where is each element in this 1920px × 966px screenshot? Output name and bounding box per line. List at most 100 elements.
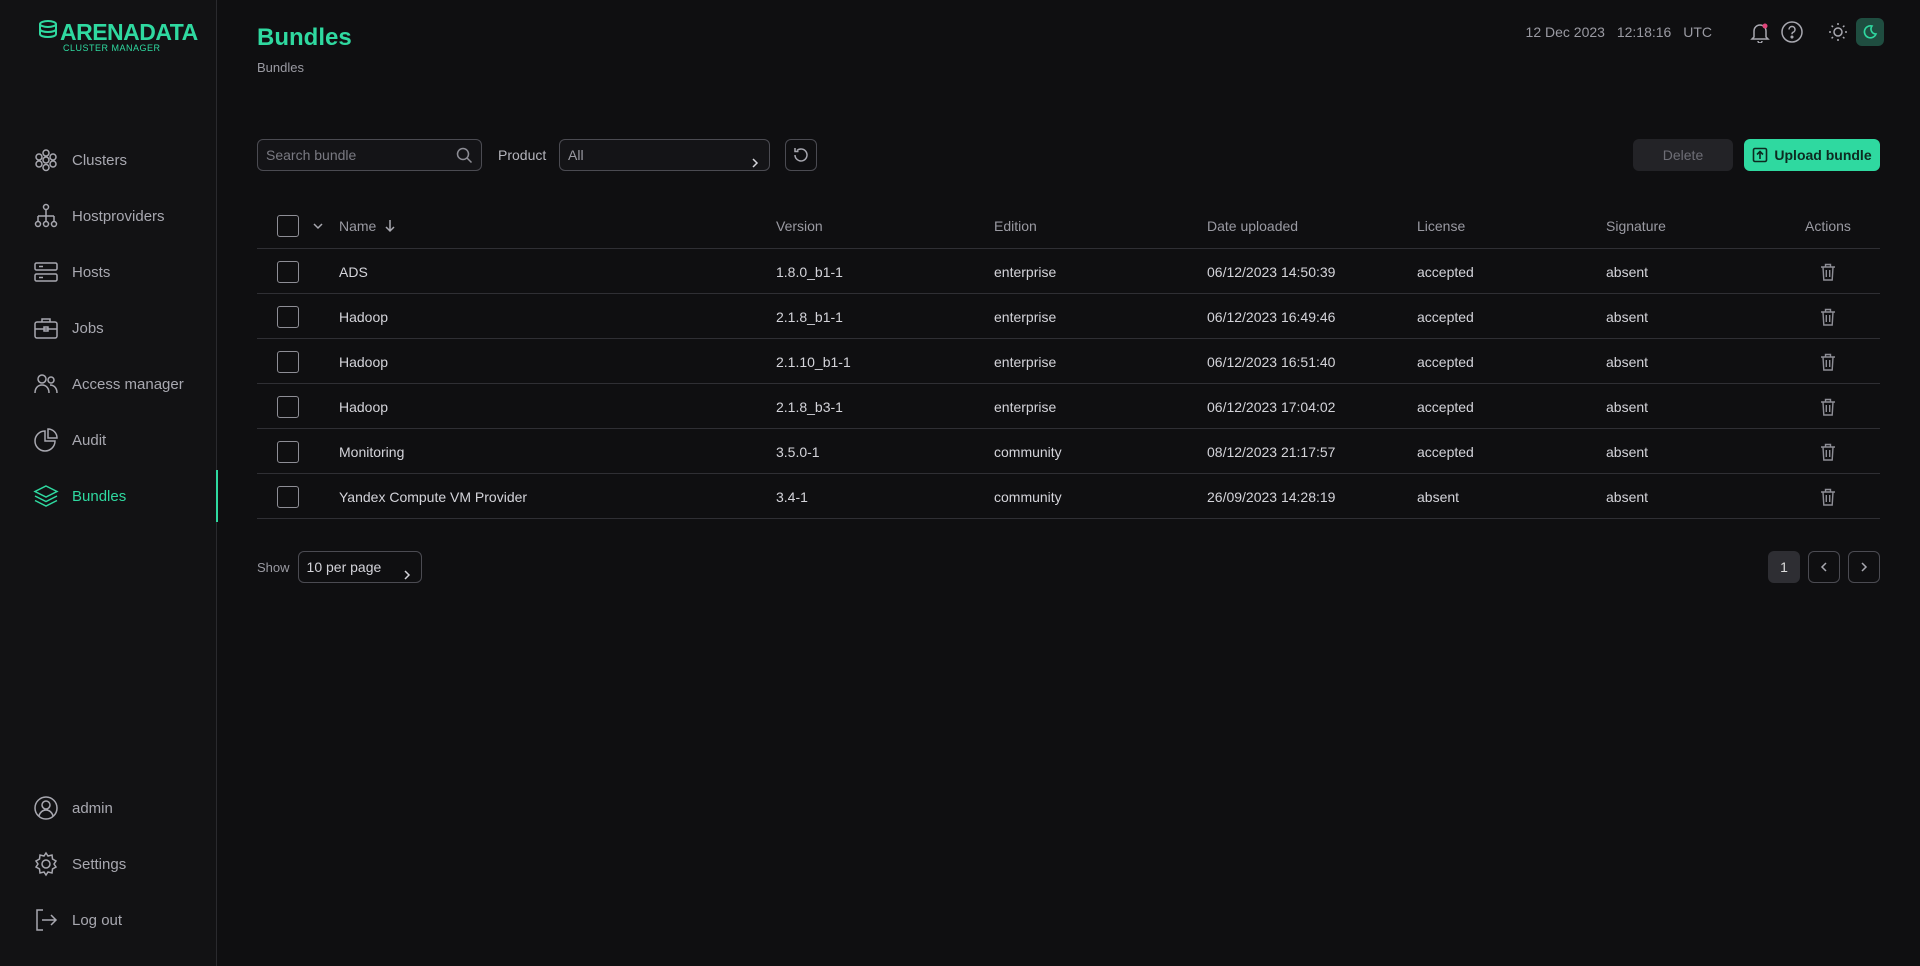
sidebar-item-bundles[interactable]: Bundles (0, 468, 218, 524)
chevron-down-icon (313, 223, 323, 230)
table-row[interactable]: Yandex Compute VM Provider 3.4-1 communi… (257, 474, 1880, 519)
bundle-name: Hadoop (339, 353, 389, 370)
row-checkbox-cell (277, 384, 299, 429)
row-checkbox[interactable] (277, 260, 299, 283)
trash-icon[interactable] (1820, 443, 1836, 461)
audit-icon (33, 427, 59, 453)
sidebar-item-clusters[interactable]: Clusters (0, 132, 217, 188)
notifications-bell-icon[interactable] (1746, 18, 1774, 46)
row-checkbox[interactable] (277, 305, 299, 328)
row-checkbox-cell (277, 339, 299, 384)
search-icon[interactable] (456, 147, 473, 169)
table-header: Name Version Edition Date uploaded Licen… (257, 203, 1880, 249)
table-row[interactable]: Hadoop 2.1.8_b1-1 enterprise 06/12/2023 … (257, 294, 1880, 339)
trash-icon[interactable] (1820, 398, 1836, 416)
app: ARENADATA CLUSTER MANAGER Clusters Hostp… (0, 0, 1920, 966)
logo[interactable]: ARENADATA CLUSTER MANAGER (39, 18, 198, 58)
column-header-name-label: Name (339, 218, 377, 234)
column-header-edition[interactable]: Edition (994, 203, 1037, 249)
bundle-license: accepted (1417, 308, 1474, 325)
column-header-version[interactable]: Version (776, 203, 823, 249)
logout-icon (33, 907, 59, 933)
sidebar-item-access-manager[interactable]: Access manager (0, 356, 217, 412)
sidebar-item-admin[interactable]: admin (0, 780, 217, 836)
user-icon (33, 795, 59, 821)
row-checkbox-cell (277, 474, 299, 519)
help-icon[interactable] (1778, 18, 1806, 46)
breadcrumb[interactable]: Bundles (257, 60, 304, 75)
sidebar-item-label: Hostproviders (72, 207, 165, 225)
row-checkbox[interactable] (277, 440, 299, 463)
bundle-edition: enterprise (994, 263, 1057, 280)
bundle-version: 1.8.0_b1-1 (776, 263, 843, 280)
row-actions (1820, 249, 1836, 294)
bulk-actions-dropdown[interactable] (312, 203, 324, 249)
bundle-date-uploaded: 06/12/2023 16:51:40 (1207, 353, 1336, 370)
table-row[interactable]: Monitoring 3.5.0-1 community 08/12/2023 … (257, 429, 1880, 474)
bundle-edition: enterprise (994, 398, 1057, 415)
row-checkbox[interactable] (277, 350, 299, 373)
bundle-signature: absent (1606, 443, 1649, 460)
hostproviders-icon (33, 203, 59, 229)
column-header-date-uploaded[interactable]: Date uploaded (1207, 203, 1298, 249)
trash-icon[interactable] (1820, 353, 1836, 371)
prev-page-button[interactable] (1808, 551, 1840, 583)
sidebar-item-label: admin (72, 799, 113, 817)
per-page-select[interactable]: 10 per page (297, 551, 422, 583)
clusters-icon (33, 147, 59, 173)
bundle-edition: enterprise (994, 308, 1057, 325)
bundle-signature: absent (1606, 353, 1649, 370)
delete-button[interactable]: Delete (1633, 139, 1733, 171)
next-page-button[interactable] (1848, 551, 1880, 583)
gear-icon (33, 851, 59, 877)
table-row[interactable]: ADS 1.8.0_b1-1 enterprise 06/12/2023 14:… (257, 249, 1880, 294)
trash-icon[interactable] (1820, 488, 1836, 506)
sidebar-item-hosts[interactable]: Hosts (0, 244, 217, 300)
product-filter-select[interactable]: All (559, 139, 770, 171)
chevron-left-icon (1820, 562, 1827, 572)
logo-icon (39, 20, 57, 39)
sidebar-item-hostproviders[interactable]: Hostproviders (0, 188, 217, 244)
bundle-license: accepted (1417, 353, 1474, 370)
column-header-signature[interactable]: Signature (1606, 203, 1666, 249)
bundle-license: accepted (1417, 443, 1474, 460)
sidebar-item-label: Settings (72, 855, 127, 873)
bundle-edition: community (994, 443, 1062, 460)
trash-icon[interactable] (1820, 308, 1836, 326)
hosts-icon (33, 259, 59, 285)
bundle-name: Hadoop (339, 398, 389, 415)
row-checkbox[interactable] (277, 485, 299, 508)
refresh-icon (792, 146, 810, 164)
bundle-edition: enterprise (994, 353, 1057, 370)
column-header-license[interactable]: License (1417, 203, 1465, 249)
bundle-signature: absent (1606, 308, 1649, 325)
bundle-name: Yandex Compute VM Provider (339, 488, 528, 505)
bundle-license: accepted (1417, 263, 1474, 280)
select-all-checkbox[interactable] (277, 215, 299, 237)
select-all-cell (277, 203, 299, 249)
show-label: Show (257, 559, 290, 575)
per-page-control: Show 10 per page (257, 551, 422, 583)
bundle-date-uploaded: 06/12/2023 14:50:39 (1207, 263, 1336, 280)
sidebar: ARENADATA CLUSTER MANAGER Clusters Hostp… (0, 0, 218, 966)
sidebar-item-audit[interactable]: Audit (0, 412, 217, 468)
reset-filters-button[interactable] (785, 139, 817, 171)
trash-icon[interactable] (1820, 263, 1836, 281)
theme-toggle[interactable] (1820, 18, 1884, 46)
bundle-date-uploaded: 08/12/2023 21:17:57 (1207, 443, 1336, 460)
bundle-signature: absent (1606, 263, 1649, 280)
chevron-right-icon (401, 561, 413, 591)
upload-bundle-button[interactable]: Upload bundle (1744, 139, 1880, 171)
bundle-date-uploaded: 26/09/2023 14:28:19 (1207, 488, 1336, 505)
table-row[interactable]: Hadoop 2.1.10_b1-1 enterprise 06/12/2023… (257, 339, 1880, 384)
row-checkbox[interactable] (277, 395, 299, 418)
sidebar-item-logout[interactable]: Log out (0, 892, 217, 948)
row-actions (1820, 339, 1836, 384)
search-input[interactable] (258, 140, 448, 170)
page-button[interactable]: 1 (1768, 551, 1800, 583)
sidebar-item-settings[interactable]: Settings (0, 836, 217, 892)
current-datetime: 12 Dec 2023 12:18:16 UTC (1526, 24, 1720, 40)
table-row[interactable]: Hadoop 2.1.8_b3-1 enterprise 06/12/2023 … (257, 384, 1880, 429)
sidebar-item-jobs[interactable]: Jobs (0, 300, 217, 356)
column-header-name[interactable]: Name (339, 203, 396, 249)
